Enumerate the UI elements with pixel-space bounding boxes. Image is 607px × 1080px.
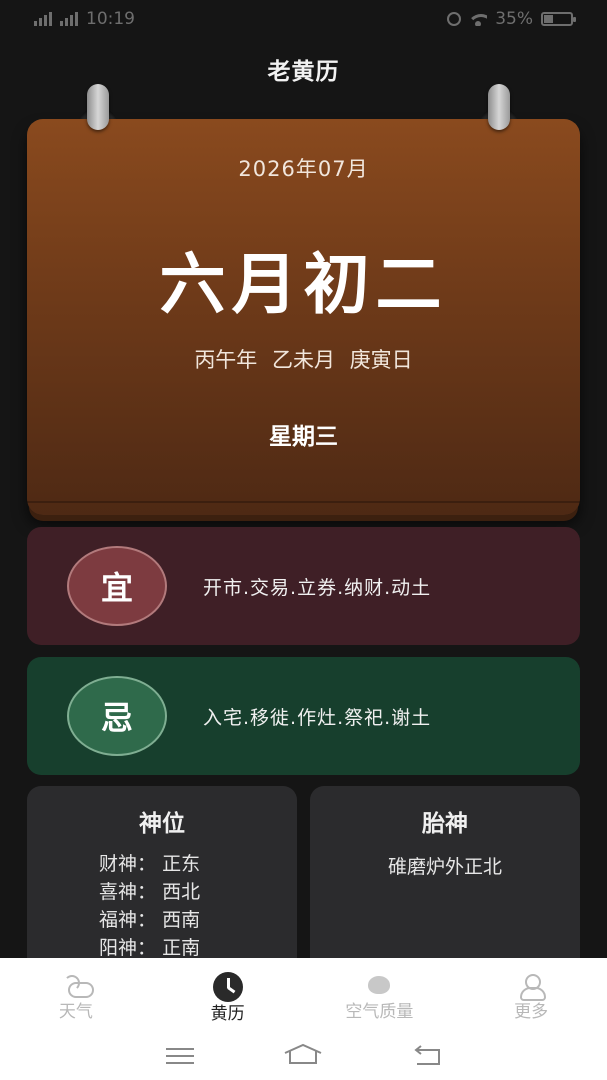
battery-percent: 35% (495, 9, 533, 29)
page-title: 老黄历 (267, 59, 340, 85)
shenwei-value: 西南 (162, 909, 201, 931)
yi-card[interactable]: 宜 开市.交易.立券.纳财.动土 (27, 527, 580, 645)
ganzhi-date: 丙午年 乙未月 庚寅日 (194, 348, 413, 372)
shenwei-label: 福神： (99, 909, 157, 931)
battery-icon (541, 12, 576, 26)
clock-icon (212, 972, 243, 1002)
tab-label: 更多 (514, 1002, 549, 1022)
shenwei-value: 西北 (162, 881, 201, 903)
ji-seal: 忌 (67, 676, 167, 756)
menu-icon[interactable] (166, 1044, 196, 1066)
system-nav-bar (0, 1030, 607, 1080)
signal-icon-2 (60, 12, 78, 26)
yi-seal: 宜 (67, 546, 167, 626)
signal-icon (34, 12, 52, 26)
wifi-icon (469, 12, 488, 26)
shenwei-value: 正东 (162, 853, 201, 875)
lunar-date: 六月初二 (159, 246, 448, 323)
binder-ring-right (488, 84, 510, 130)
taishen-value: 碓磨炉外正北 (387, 856, 502, 878)
back-icon[interactable] (411, 1044, 441, 1066)
shenwei-row: 福神： 西南 (99, 906, 297, 934)
tab-label: 天气 (58, 1002, 93, 1022)
status-right: 35% (447, 9, 576, 29)
shenwei-card: 神位 财神： 正东 喜神： 西北 福神： 西南 阳神： 正南 (27, 786, 297, 976)
vibrate-icon (447, 12, 462, 26)
yi-items: 开市.交易.立券.纳财.动土 (203, 576, 432, 599)
calendar-month: 2026年07月 (238, 157, 369, 181)
bottom-nav: 天气 黄历 空气质量 更多 (0, 958, 607, 1080)
shenwei-label: 阳神： (99, 937, 157, 959)
shenwei-list: 财神： 正东 喜神： 西北 福神： 西南 阳神： 正南 (27, 850, 297, 962)
weather-icon (61, 972, 94, 998)
air-quality-icon (364, 972, 394, 998)
binder-ring-left (87, 84, 109, 130)
status-time: 10:19 (86, 9, 135, 29)
tab-more[interactable]: 更多 (455, 958, 607, 1030)
calendar-card[interactable]: 2026年07月 六月初二 丙午年 乙未月 庚寅日 星期三 (27, 119, 580, 515)
tab-bar: 天气 黄历 空气质量 更多 (0, 958, 607, 1030)
status-left: 10:19 (34, 9, 135, 29)
shenwei-label: 喜神： (99, 881, 157, 903)
weekday: 星期三 (269, 424, 338, 450)
shenwei-row: 喜神： 西北 (99, 878, 297, 906)
home-icon[interactable] (285, 1043, 322, 1066)
tab-label: 黄历 (210, 1004, 245, 1024)
ji-items: 入宅.移徙.作灶.祭祀.谢土 (203, 706, 432, 729)
taishen-title: 胎神 (422, 811, 468, 837)
ji-card[interactable]: 忌 入宅.移徙.作灶.祭祀.谢土 (27, 657, 580, 775)
tab-weather[interactable]: 天气 (0, 958, 152, 1030)
tab-almanac[interactable]: 黄历 (152, 958, 304, 1030)
shenwei-label: 财神： (99, 853, 157, 875)
taishen-card: 胎神 碓磨炉外正北 (310, 786, 580, 976)
tab-air-quality[interactable]: 空气质量 (304, 958, 456, 1030)
shenwei-value: 正南 (162, 937, 201, 959)
status-bar: 10:19 35% (0, 0, 607, 38)
user-icon (516, 972, 547, 1001)
shenwei-row: 财神： 正东 (99, 850, 297, 878)
shenwei-title: 神位 (139, 811, 185, 837)
tab-label: 空气质量 (345, 1002, 414, 1022)
